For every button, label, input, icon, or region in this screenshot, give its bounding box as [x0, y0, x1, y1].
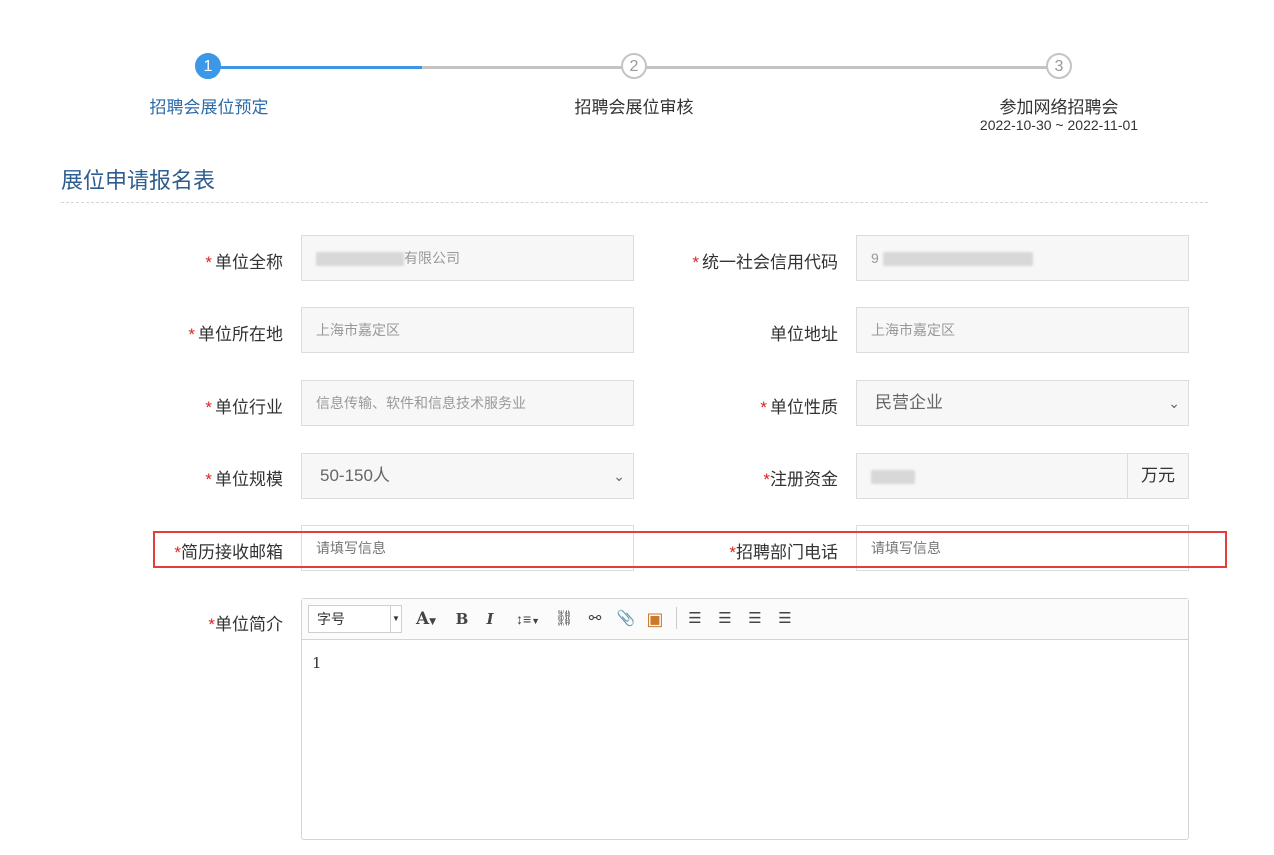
align-center-icon[interactable]: ☰	[714, 606, 736, 632]
industry-label: * 单位行业	[205, 393, 283, 418]
capital-field[interactable]	[856, 453, 1128, 499]
capital-label-text: 注册资金	[770, 470, 838, 489]
font-size-select[interactable]: 字号 ▼	[308, 605, 402, 633]
scale-select[interactable]: 50-150人 ⌄	[301, 453, 634, 499]
address-label: 单位地址	[770, 325, 838, 344]
align-justify-icon[interactable]: ☰	[774, 606, 796, 632]
attachment-icon[interactable]: 📎	[614, 606, 638, 632]
credit-code-label: * 统一社会信用代码	[692, 248, 838, 273]
editor-toolbar: 字号 ▼ A▼ B I ↕≡▼ ⛓ ⚯ 📎 ▣ ☰ ☰ ☰ ☰	[302, 599, 1188, 640]
align-left-icon[interactable]: ☰	[684, 606, 706, 632]
redacted-blur	[871, 470, 915, 485]
company-name-label-text: 单位全称	[215, 253, 283, 272]
scale-label: * 单位规模	[205, 465, 283, 490]
capital-label: *注册资金	[763, 465, 838, 490]
required-mark: *	[205, 253, 212, 272]
location-label: * 单位所在地	[188, 320, 283, 345]
editor-content: 1	[312, 654, 322, 672]
company-name-field[interactable]: 有限公司	[301, 235, 634, 281]
step-2-label: 招聘会展位审核	[574, 98, 694, 117]
toolbar-separator	[676, 607, 677, 629]
location-field[interactable]: 上海市嘉定区	[301, 307, 634, 353]
intro-label: *单位简介	[208, 610, 283, 635]
unlink-icon[interactable]: ⚯	[583, 606, 607, 632]
step-2-circle: 2	[621, 53, 647, 79]
nature-selected-value: 民营企业	[875, 393, 943, 412]
location-label-text: 单位所在地	[198, 325, 283, 344]
font-size-label: 字号	[317, 611, 345, 627]
intro-label-text: 单位简介	[215, 615, 283, 634]
required-mark: *	[760, 398, 767, 417]
nature-label-text: 单位性质	[770, 398, 838, 417]
section-title: 展位申请报名表	[61, 168, 216, 193]
company-name-label: * 单位全称	[205, 248, 283, 273]
capital-unit: 万元	[1127, 453, 1189, 499]
credit-code-value: 9	[871, 250, 879, 266]
industry-label-text: 单位行业	[215, 398, 283, 417]
font-color-icon[interactable]: A▼	[410, 606, 442, 632]
company-name-value: 有限公司	[404, 250, 460, 266]
nature-label: * 单位性质	[760, 393, 838, 418]
required-mark: *	[763, 470, 770, 489]
required-mark: *	[208, 615, 215, 634]
step-3-circle: 3	[1046, 53, 1072, 79]
intro-editor: 字号 ▼ A▼ B I ↕≡▼ ⛓ ⚯ 📎 ▣ ☰ ☰ ☰ ☰ 1	[301, 598, 1189, 840]
section-divider	[61, 202, 1208, 203]
redacted-blur	[882, 252, 1033, 267]
nature-select[interactable]: 民营企业 ⌄	[856, 380, 1189, 426]
chevron-down-icon: ▼	[390, 606, 401, 632]
step-progress-fill	[208, 66, 422, 69]
step-track-1	[208, 66, 634, 69]
bold-icon[interactable]: B	[452, 606, 472, 632]
required-mark: *	[205, 470, 212, 489]
required-mark: *	[692, 253, 699, 272]
step-3-label: 参加网络招聘会	[999, 98, 1119, 117]
line-height-icon[interactable]: ↕≡▼	[509, 606, 547, 632]
step-3-date: 2022-10-30 ~ 2022-11-01	[979, 117, 1139, 133]
scale-selected-value: 50-150人	[320, 466, 390, 485]
address-field[interactable]: 上海市嘉定区	[856, 307, 1189, 353]
chevron-down-icon: ⌄	[613, 468, 625, 484]
required-mark: *	[188, 325, 195, 344]
credit-code-label-text: 统一社会信用代码	[702, 253, 838, 272]
italic-icon[interactable]: I	[480, 606, 500, 632]
editor-content-area[interactable]: 1	[302, 640, 1188, 686]
highlight-box	[153, 531, 1227, 568]
scale-label-text: 单位规模	[215, 470, 283, 489]
chevron-down-icon: ⌄	[1168, 395, 1180, 411]
credit-code-field[interactable]: 9	[856, 235, 1189, 281]
image-icon[interactable]: ▣	[643, 606, 667, 632]
step-1-circle: 1	[195, 53, 221, 79]
step-1-label: 招聘会展位预定	[149, 98, 269, 117]
align-right-icon[interactable]: ☰	[744, 606, 766, 632]
redacted-blur	[316, 252, 404, 267]
link-icon[interactable]: ⛓	[552, 606, 576, 632]
industry-field[interactable]: 信息传输、软件和信息技术服务业	[301, 380, 634, 426]
step-track-2	[634, 66, 1059, 69]
required-mark: *	[205, 398, 212, 417]
